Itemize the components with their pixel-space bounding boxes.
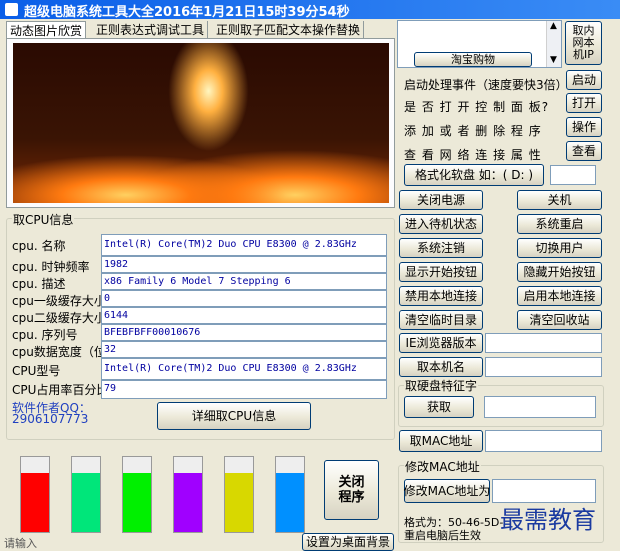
app-icon xyxy=(5,3,18,16)
title-bar: 超级电脑系统工具大全2016年1月21日15时39分54秒 xyxy=(0,0,620,20)
add-remove-programs-label: 添 加 或 者 删 除 程 序 xyxy=(404,124,542,138)
show-start-button[interactable]: 显示开始按钮 xyxy=(399,262,483,282)
scroll-up-icon[interactable]: ▲ xyxy=(550,21,557,31)
scrollbar[interactable]: ▲ ▼ xyxy=(546,21,561,67)
view-network-button[interactable]: 查看 xyxy=(566,141,602,161)
cpu-serial-field[interactable]: BFEBFBFF00010676 xyxy=(101,324,387,341)
cpu-model-field[interactable]: Intel(R) Core(TM)2 Duo CPU E8300 @ 2.83G… xyxy=(101,358,387,380)
tab-panel xyxy=(6,38,395,208)
startup-button[interactable]: 启动 xyxy=(566,70,602,90)
open-control-panel-button[interactable]: 打开 xyxy=(566,93,602,113)
machine-name-button[interactable]: 取本机名 xyxy=(399,357,483,377)
cpu-width-field[interactable]: 32 xyxy=(101,341,387,358)
modify-mac-button[interactable]: 修改MAC地址为 xyxy=(404,479,490,503)
cpu-usage-field[interactable]: 79 xyxy=(101,380,387,399)
scroll-down-icon[interactable]: ▼ xyxy=(550,55,557,65)
shutdown-button[interactable]: 关机 xyxy=(517,190,602,210)
modify-mac-group-title: 修改MAC地址 xyxy=(404,458,481,475)
cpu-model-label: CPU型号 xyxy=(12,364,61,378)
disk-serial-field[interactable] xyxy=(484,396,596,418)
switch-user-button[interactable]: 切换用户 xyxy=(517,238,602,258)
cpu-desc-field[interactable]: x86 Family 6 Model 7 Stepping 6 xyxy=(101,273,387,290)
tab-image-viewer[interactable]: 动态图片欣赏 xyxy=(6,21,87,38)
swatch-green[interactable] xyxy=(122,456,152,533)
get-mac-button[interactable]: 取MAC地址 xyxy=(399,430,483,452)
ie-version-field[interactable] xyxy=(485,333,602,353)
standby-button[interactable]: 进入待机状态 xyxy=(399,214,483,234)
swatch-spring-green[interactable] xyxy=(71,456,101,533)
cpu-serial-label: cpu. 序列号 xyxy=(12,328,78,342)
hide-start-button[interactable]: 隐藏开始按钮 xyxy=(517,262,602,282)
author-qq-number: 2906107773 xyxy=(12,412,89,426)
cpu-l2-label: cpu二级缓存大小 xyxy=(12,311,106,325)
machine-name-field[interactable] xyxy=(485,357,602,377)
swatch-purple[interactable] xyxy=(173,456,203,533)
cpu-desc-label: cpu. 描述 xyxy=(12,277,66,291)
bottom-input-hint: 请输入 xyxy=(4,537,37,550)
logoff-button[interactable]: 系统注销 xyxy=(399,238,483,258)
startup-events-label: 启动处理事件（速度要快3倍） xyxy=(404,78,568,92)
control-panel-label: 是 否 打 开 控 制 面 板? xyxy=(404,100,550,114)
set-desktop-background-button[interactable]: 设置为桌面背景 xyxy=(302,533,394,551)
mac-field[interactable] xyxy=(485,430,602,452)
empty-recycle-bin-button[interactable]: 清空回收站 xyxy=(517,310,602,330)
swatch-yellow[interactable] xyxy=(224,456,254,533)
cpu-name-label: cpu. 名称 xyxy=(12,239,66,253)
fire-image xyxy=(13,43,389,203)
mac-reboot-note: 重启电脑后生效 xyxy=(404,529,481,542)
cpu-group-title: 取CPU信息 xyxy=(12,211,75,228)
cpu-l1-field[interactable]: 0 xyxy=(101,290,387,307)
disk-get-button[interactable]: 获取 xyxy=(404,396,474,418)
disk-group-title: 取硬盘特征字 xyxy=(404,377,479,394)
clear-temp-button[interactable]: 清空临时目录 xyxy=(399,310,483,330)
window-title: 超级电脑系统工具大全2016年1月21日15时39分54秒 xyxy=(24,5,350,20)
tab-regex-debug[interactable]: 正则表达式调试工具 xyxy=(93,21,209,38)
network-properties-label: 查 看 网 络 连 接 属 性 xyxy=(404,148,542,162)
taobao-text-area[interactable]: ▲ ▼ 淘宝购物 xyxy=(397,20,562,68)
get-intranet-ip-button[interactable]: 取内网本机IP xyxy=(565,21,602,65)
format-floppy-button[interactable]: 格式化软盘 如：( D: ) xyxy=(404,164,544,186)
tab-regex-submatch[interactable]: 正则取子匹配文本操作替换 xyxy=(213,21,365,38)
disable-lan-button[interactable]: 禁用本地连接 xyxy=(399,286,483,306)
cpu-clock-field[interactable]: 1982 xyxy=(101,256,387,273)
format-drive-field[interactable] xyxy=(550,165,596,185)
cpu-detail-button[interactable]: 详细取CPU信息 xyxy=(157,402,311,430)
operate-button[interactable]: 操作 xyxy=(566,117,602,137)
cpu-l1-label: cpu一级缓存大小 xyxy=(12,294,106,308)
power-off-button[interactable]: 关闭电源 xyxy=(399,190,483,210)
swatch-blue[interactable] xyxy=(275,456,305,533)
close-program-button[interactable]: 关闭程序 xyxy=(324,460,379,520)
restart-button[interactable]: 系统重启 xyxy=(517,214,602,234)
cpu-l2-field[interactable]: 6144 xyxy=(101,307,387,324)
cpu-name-field[interactable]: Intel(R) Core(TM)2 Duo CPU E8300 @ 2.83G… xyxy=(101,234,387,256)
taobao-button[interactable]: 淘宝购物 xyxy=(414,52,532,67)
enable-lan-button[interactable]: 启用本地连接 xyxy=(517,286,602,306)
watermark-text: 最需教育 xyxy=(500,506,596,534)
swatch-red[interactable] xyxy=(20,456,50,533)
cpu-usage-label: CPU占用率百分比 xyxy=(12,383,109,397)
ie-version-button[interactable]: IE浏览器版本 xyxy=(399,333,483,353)
cpu-clock-label: cpu. 时钟频率 xyxy=(12,260,90,274)
